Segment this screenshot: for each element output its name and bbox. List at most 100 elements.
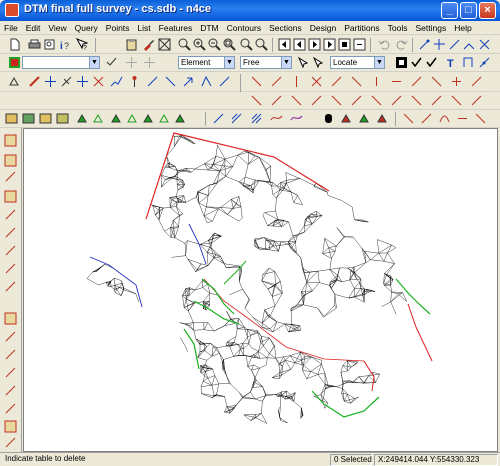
snap-combo[interactable]: Locate ▼ <box>330 56 385 69</box>
vtool-14-icon[interactable] <box>4 384 17 397</box>
vtool-17-icon[interactable] <box>4 436 17 449</box>
menu-dtm[interactable]: DTM <box>196 21 222 34</box>
vtool-4-icon[interactable] <box>4 190 17 203</box>
vtool-16-icon[interactable] <box>4 420 17 433</box>
insert-point-icon[interactable] <box>478 56 491 69</box>
new-file-icon[interactable] <box>8 38 21 51</box>
vtool-3-icon[interactable] <box>4 170 17 183</box>
survey-icon[interactable] <box>8 75 21 88</box>
element-combo[interactable]: Element ▼ <box>178 56 235 69</box>
reverse-icon[interactable] <box>164 75 177 88</box>
grid-select-icon[interactable] <box>158 38 171 51</box>
delete-point-icon[interactable] <box>92 75 105 88</box>
drawing-canvas[interactable] <box>23 128 498 452</box>
tool-r-icon[interactable] <box>350 94 363 107</box>
vtool-10-icon[interactable] <box>4 312 17 325</box>
undo-icon[interactable] <box>378 38 391 51</box>
vtool-8-icon[interactable] <box>4 262 17 275</box>
dtm-tool-4-icon[interactable] <box>56 112 69 125</box>
arrow-icon[interactable] <box>182 75 195 88</box>
tool-a-icon[interactable] <box>250 75 263 88</box>
menu-view[interactable]: View <box>44 21 70 34</box>
zoom-window-icon[interactable] <box>223 38 236 51</box>
tool-x-icon[interactable] <box>470 94 483 107</box>
close-button[interactable]: × <box>479 2 496 19</box>
vtool-15-icon[interactable] <box>4 402 17 415</box>
tool-u-icon[interactable] <box>410 94 423 107</box>
dtm-tool-10-icon[interactable] <box>158 112 171 125</box>
tool-k-icon[interactable] <box>450 75 463 88</box>
fill-icon[interactable] <box>322 112 335 125</box>
dtm-tool-13-icon[interactable] <box>376 112 389 125</box>
app-icon[interactable] <box>5 3 19 17</box>
last-icon[interactable] <box>323 38 336 51</box>
dtm-tool-12-icon[interactable] <box>358 112 371 125</box>
extend-feature-icon[interactable] <box>448 38 461 51</box>
vtool-6-icon[interactable] <box>4 226 17 239</box>
string-icon[interactable] <box>110 75 123 88</box>
dtm-drawing[interactable] <box>24 129 498 452</box>
vtool-7-icon[interactable] <box>4 244 17 257</box>
tool-j-icon[interactable] <box>430 75 443 88</box>
menu-list[interactable]: List <box>133 21 154 34</box>
menu-points[interactable]: Points <box>102 21 134 34</box>
check-feature-icon[interactable] <box>410 56 423 69</box>
symbol-icon[interactable] <box>462 56 475 69</box>
layer-combo[interactable]: ▼ <box>22 56 100 69</box>
zoom-all-icon[interactable] <box>255 38 268 51</box>
dtm-tool-3-icon[interactable] <box>39 112 52 125</box>
menu-design[interactable]: Design <box>306 21 340 34</box>
title-bar[interactable]: DTM final full survey - cs.sdb - n4ce _ … <box>0 0 500 21</box>
previous-icon[interactable] <box>293 38 306 51</box>
vtool-9-icon[interactable] <box>4 280 17 293</box>
redo-icon[interactable] <box>395 38 408 51</box>
zoom-in-icon[interactable] <box>193 38 206 51</box>
next-icon[interactable] <box>308 38 321 51</box>
dtm-tool-2-icon[interactable] <box>22 112 35 125</box>
tool-i-icon[interactable] <box>410 75 423 88</box>
select-pointer-icon[interactable] <box>312 56 325 69</box>
print-icon[interactable] <box>28 38 41 51</box>
mode-combo[interactable]: Free ▼ <box>240 56 292 69</box>
dtm-tool-9-icon[interactable] <box>142 112 155 125</box>
dtm-tool-1-icon[interactable] <box>5 112 18 125</box>
zoom-previous-icon[interactable] <box>240 38 253 51</box>
menu-features[interactable]: Features <box>155 21 197 34</box>
snap-cross-icon[interactable] <box>143 56 156 69</box>
vtool-12-icon[interactable] <box>4 348 17 361</box>
dtm-tool-6-icon[interactable] <box>92 112 105 125</box>
tool-g-icon[interactable] <box>370 75 383 88</box>
move-point-icon[interactable] <box>76 75 89 88</box>
redraw-icon[interactable] <box>353 38 366 51</box>
contour-tool-4-icon[interactable] <box>270 112 283 125</box>
snap-inactive-icon[interactable] <box>125 56 138 69</box>
menu-partitions[interactable]: Partitions <box>340 21 383 34</box>
tool-n-icon[interactable] <box>270 94 283 107</box>
maximize-button[interactable]: □ <box>460 2 477 19</box>
tool-f-icon[interactable] <box>350 75 363 88</box>
cut-line-icon[interactable] <box>28 75 41 88</box>
vtool-5-icon[interactable] <box>4 208 17 221</box>
join-feature-icon[interactable] <box>478 38 491 51</box>
pin-icon[interactable] <box>128 75 141 88</box>
check-point-icon[interactable] <box>425 56 438 69</box>
layer-visibility-icon[interactable] <box>105 56 118 69</box>
pick-mode-icon[interactable] <box>297 56 310 69</box>
tool-c-icon[interactable] <box>290 75 303 88</box>
tool-d-icon[interactable] <box>310 75 323 88</box>
tool-t-icon[interactable] <box>390 94 403 107</box>
tool-q-icon[interactable] <box>330 94 343 107</box>
layer-colour-icon[interactable] <box>8 56 21 69</box>
add-point-icon[interactable] <box>44 75 57 88</box>
tool-p-icon[interactable] <box>310 94 323 107</box>
clipboard-icon[interactable] <box>125 38 138 51</box>
section-tool-5-icon[interactable] <box>474 112 487 125</box>
move-feature-icon[interactable] <box>418 38 431 51</box>
vtool-13-icon[interactable] <box>4 366 17 379</box>
dtm-tool-5-icon[interactable] <box>76 112 89 125</box>
tool-s-icon[interactable] <box>370 94 383 107</box>
trim-feature-icon[interactable] <box>433 38 446 51</box>
menu-file[interactable]: File <box>0 21 22 34</box>
split-feature-icon[interactable] <box>463 38 476 51</box>
dtm-tool-8-icon[interactable] <box>126 112 139 125</box>
